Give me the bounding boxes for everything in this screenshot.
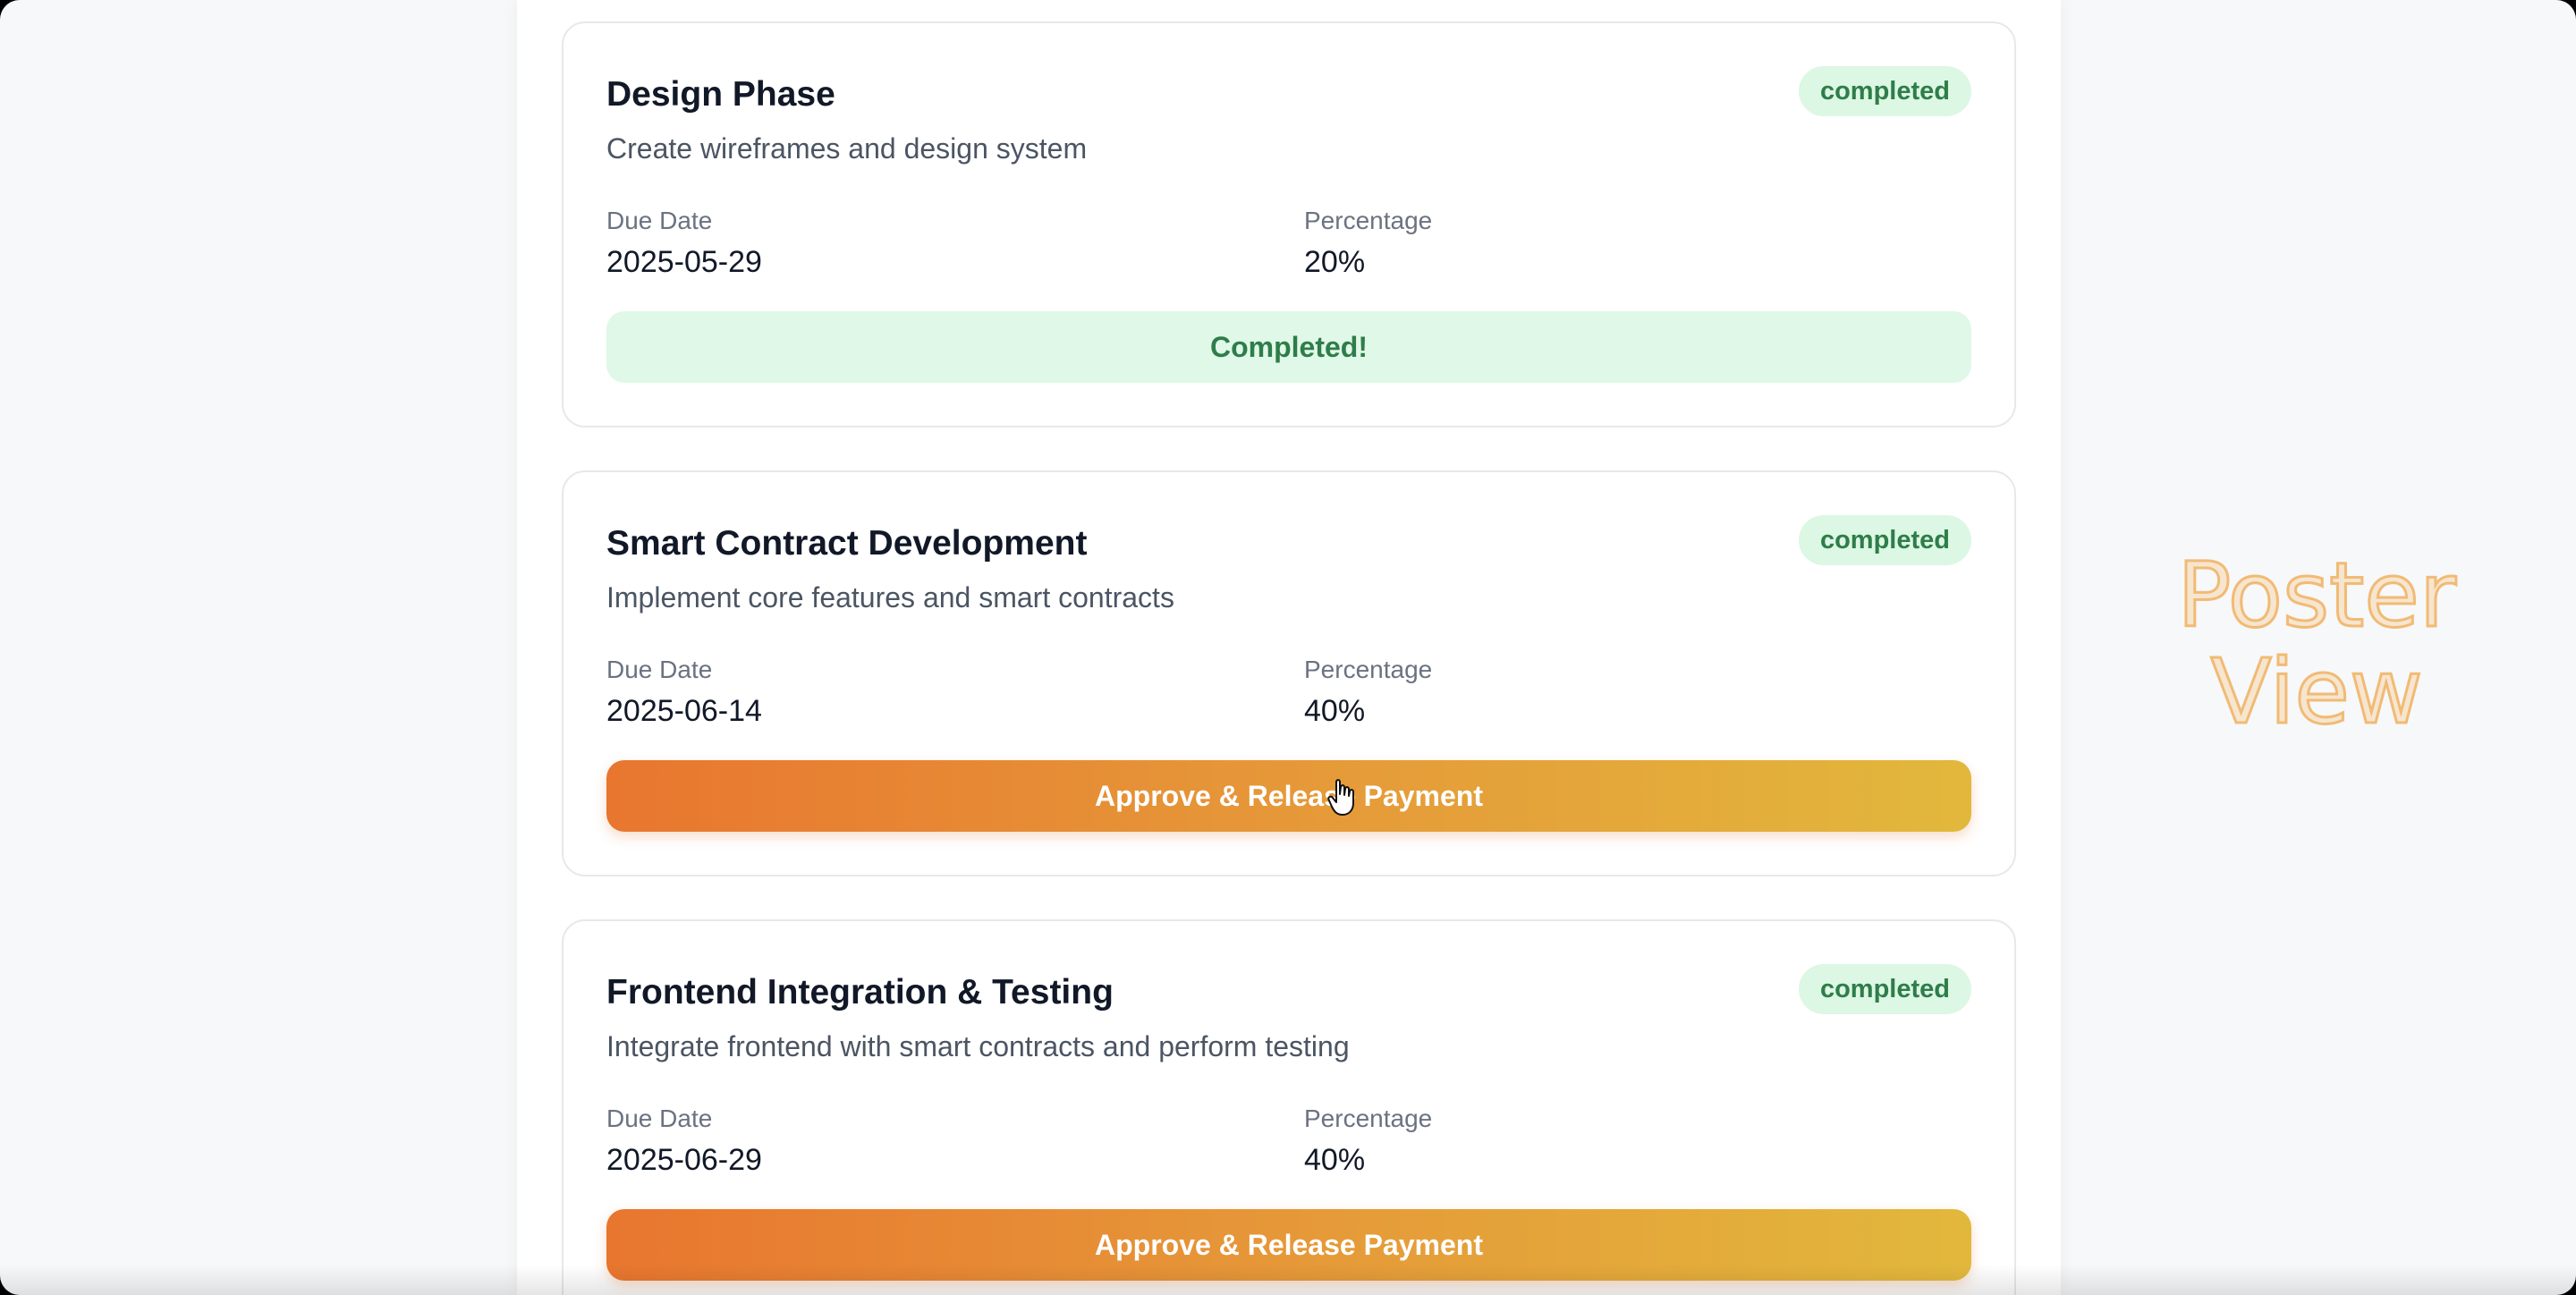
- watermark-line-2: View: [2209, 639, 2424, 744]
- due-date-value: 2025-06-14: [606, 694, 762, 728]
- due-date-value: 2025-05-29: [606, 245, 762, 279]
- percentage-label: Percentage: [1304, 1105, 1433, 1132]
- percentage-value: 20%: [1304, 245, 1366, 279]
- poster-view-watermark: Poster View: [2147, 543, 2487, 744]
- milestone-description: Implement core features and smart contra…: [606, 581, 1174, 614]
- milestone-description: Create wireframes and design system: [606, 132, 1088, 165]
- due-date-label: Due Date: [606, 1105, 713, 1132]
- approve-release-payment-button[interactable]: Approve & Release Payment: [606, 760, 1971, 832]
- due-date-value: 2025-06-29: [606, 1143, 762, 1177]
- percentage-value: 40%: [1304, 694, 1366, 728]
- bottom-shadow: [0, 1265, 2576, 1295]
- milestone-title: Frontend Integration & Testing: [606, 973, 1114, 1011]
- app-viewport: Design Phase completed Create wireframes…: [0, 0, 2576, 1295]
- status-badge: completed: [1798, 515, 1971, 565]
- status-badge: completed: [1798, 964, 1971, 1014]
- percentage-value: 40%: [1304, 1143, 1366, 1177]
- milestone-title: Smart Contract Development: [606, 524, 1088, 563]
- due-date-label: Due Date: [606, 207, 713, 234]
- milestone-description: Integrate frontend with smart contracts …: [606, 1030, 1350, 1062]
- percentage-label: Percentage: [1304, 656, 1433, 683]
- milestone-title: Design Phase: [606, 75, 835, 114]
- milestone-card-smart-contract: Smart Contract Development completed Imp…: [562, 470, 2016, 876]
- due-date-label: Due Date: [606, 656, 713, 683]
- milestone-card-frontend-integration: Frontend Integration & Testing completed…: [562, 919, 2016, 1295]
- percentage-label: Percentage: [1304, 207, 1433, 234]
- completed-banner: Completed!: [606, 311, 1971, 383]
- watermark-line-1: Poster: [2176, 543, 2458, 648]
- hand-pointer-icon: [1327, 779, 1354, 816]
- milestone-card-design-phase: Design Phase completed Create wireframes…: [562, 21, 2016, 427]
- status-badge: completed: [1798, 66, 1971, 116]
